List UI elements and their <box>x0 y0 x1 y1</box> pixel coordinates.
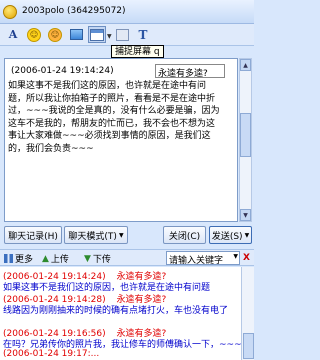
chevron-down-icon: ▼ <box>244 231 250 239</box>
chat-log-button[interactable]: 聊天记录(H) <box>4 226 62 244</box>
qq-user-icon <box>3 5 17 19</box>
magic-emoticon-button[interactable]: ☺ <box>46 26 64 43</box>
history-message: 线路因为刚刚抽来的时候的确有点堵打火，车也没有电了 <box>3 306 229 316</box>
history-header: (2006-01-24 19:17:... <box>3 349 100 359</box>
chevron-down-icon[interactable]: ▼ <box>233 253 238 260</box>
chat-mode-label: 聊天模式(T) <box>68 231 117 242</box>
font-icon: A <box>8 28 18 41</box>
capture-options-icon <box>115 28 129 41</box>
send-image-icon <box>69 29 83 40</box>
scroll-up-arrow-icon[interactable]: ▲ <box>240 59 251 71</box>
arrow-up-icon: ▲ <box>42 253 49 264</box>
message-line: 的，我们会负责~~~ <box>8 143 94 154</box>
close-button[interactable]: 关闭(C) <box>163 226 206 244</box>
message-line: 过，~~~我说的全是真的，没有什么必要是骗，因为 <box>8 106 220 116</box>
history-scrollbar[interactable] <box>241 267 254 360</box>
message-line: 这车不是我的，帮朋友的忙而已，我不会也不想为这 <box>8 118 216 129</box>
message-content: 如果这事不是我们这的原因，也许就是在途中有问 题，所以我让你拍箱子的照片，看看是… <box>8 80 236 155</box>
emoticon-button[interactable]: ☺ <box>25 26 43 43</box>
editor-scrollbar[interactable]: ▲ ▼ <box>239 58 252 222</box>
keyword-placeholder: 请输入关键字 <box>169 256 224 266</box>
chat-history: (2006-01-24 19:14:24) 永逵有多逵? 如果这事不是我们这的原… <box>0 267 241 360</box>
title-bar: 2003polo (364295072) <box>0 0 254 24</box>
close-icon[interactable]: X <box>243 253 250 263</box>
chevron-down-icon: ▼ <box>118 231 124 239</box>
editor-toolbar: A ☺ ☺ ▼ T <box>0 24 254 46</box>
text-formatting-button[interactable]: T <box>134 26 152 43</box>
send-image-button[interactable] <box>67 26 85 43</box>
history-toolbar: 更多 ▲ 上传 ▼ 下传 请输入关键字 ▼ X <box>0 249 254 266</box>
capture-tooltip: 捕捉屏幕 q <box>111 45 164 58</box>
arrow-down-icon: ▼ <box>84 253 91 264</box>
quoted-timestamp: (2006-01-24 19:14:24) <box>11 66 114 76</box>
message-line: 如果这事不是我们这的原因，也许就是在途中有问 <box>8 81 207 91</box>
chat-mode-button[interactable]: 聊天模式(T) ▼ <box>64 226 128 244</box>
text-formatting-icon: T <box>138 27 148 42</box>
message-line: 事让大家难做~~~必须找到事情的原因，是我们这 <box>8 131 211 141</box>
capture-dropdown-caret[interactable]: ▼ <box>107 33 112 40</box>
grid-icon <box>4 254 13 263</box>
editor-scroll-thumb[interactable] <box>240 113 251 157</box>
upload-button[interactable]: ▲ 上传 <box>42 252 69 266</box>
message-input-area[interactable]: (2006-01-24 19:14:24) 永逵有多逵? 如果这事不是我们这的原… <box>4 58 238 222</box>
window-title: 2003polo (364295072) <box>22 6 126 16</box>
more-label: 更多 <box>15 255 34 265</box>
font-button[interactable]: A <box>4 26 22 43</box>
upload-label: 上传 <box>50 255 69 265</box>
send-button[interactable]: 发送(S) ▼ <box>209 226 252 244</box>
screen-capture-button[interactable] <box>88 26 106 43</box>
emoticon-icon: ☺ <box>27 27 41 42</box>
history-scroll-thumb[interactable] <box>243 333 254 359</box>
magic-emoticon-icon: ☺ <box>48 27 62 42</box>
more-button[interactable]: 更多 <box>4 252 33 265</box>
capture-options-button[interactable] <box>113 26 131 43</box>
download-label: 下传 <box>92 255 111 265</box>
scroll-down-arrow-icon[interactable]: ▼ <box>240 209 251 221</box>
quoted-sender-box: 永逵有多逵? <box>155 64 225 79</box>
quoted-sender: 永逵有多逵? <box>158 69 208 79</box>
send-label: 发送(S) <box>211 231 243 242</box>
download-button[interactable]: ▼ 下传 <box>84 252 111 266</box>
close-label: 关闭(C) <box>168 231 201 242</box>
screen-capture-icon <box>90 28 104 41</box>
message-line: 题，所以我让你拍箱子的照片，看看是不是在途中折 <box>8 93 216 104</box>
keyword-search-input[interactable]: 请输入关键字 ▼ <box>166 251 240 266</box>
chat-log-label: 聊天记录(H) <box>8 231 58 242</box>
